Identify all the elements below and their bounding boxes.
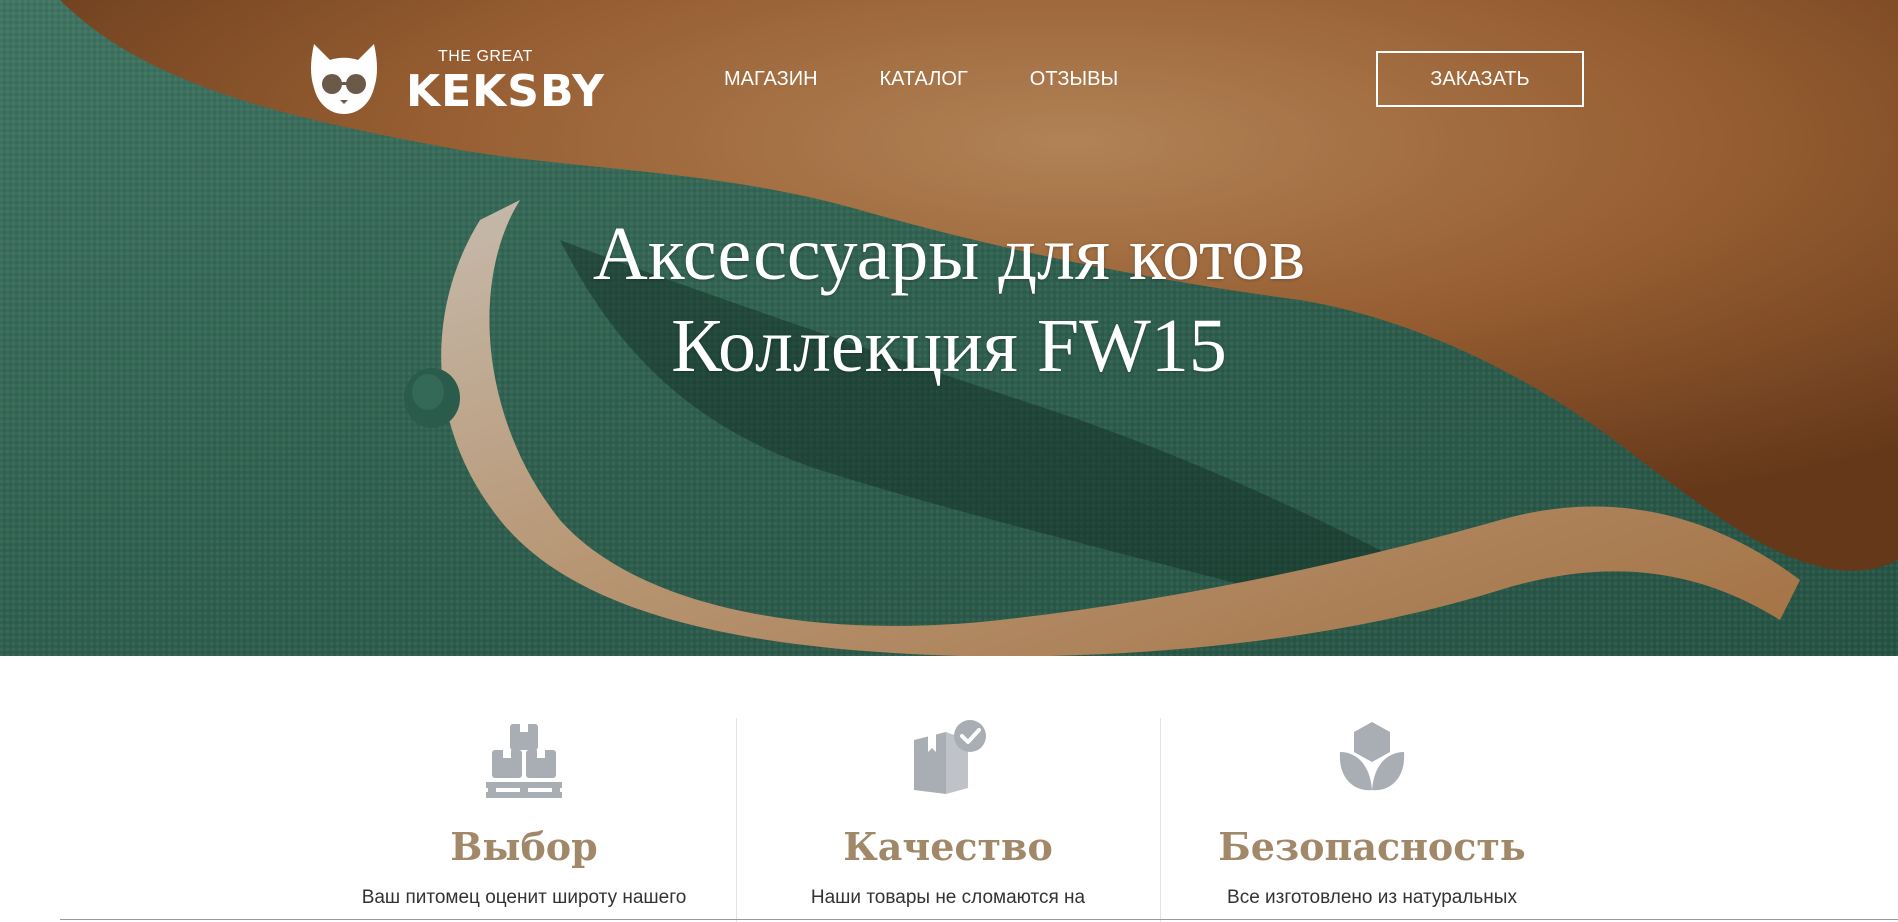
features-section: Выбор Ваш питомец оценит широту нашего К… — [312, 706, 1584, 922]
nav-reviews[interactable]: ОТЗЫВЫ — [1030, 68, 1118, 91]
nav-shop[interactable]: МАГАЗИН — [724, 68, 818, 91]
cat-logo-icon — [311, 44, 377, 114]
lotus-leaf-icon — [1339, 722, 1405, 791]
logo-title: KEKSBY — [406, 66, 605, 117]
hero-title-line-2: Коллекция FW15 — [671, 304, 1227, 388]
hero-section: THE GREAT KEKSBY МАГАЗИН КАТАЛОГ ОТЗЫВЫ … — [0, 0, 1898, 656]
feature-quality: Качество Наши товары не сломаются на — [736, 718, 1160, 922]
feature-title: Качество — [843, 824, 1053, 869]
hero-title-line-1: Аксессуары для котов — [592, 212, 1306, 296]
feature-title: Выбор — [450, 824, 598, 869]
hero-title: Аксессуары для котов Коллекция FW15 — [0, 208, 1898, 392]
logo[interactable]: THE GREAT KEKSBY — [310, 40, 604, 120]
feature-text: Наши товары не сломаются на — [810, 887, 1086, 908]
order-button[interactable]: ЗАКАЗАТЬ — [1376, 51, 1584, 107]
main-nav: МАГАЗИН КАТАЛОГ ОТЗЫВЫ — [724, 68, 1118, 91]
feature-title: Безопасность — [1218, 824, 1526, 869]
logo-subtitle: THE GREAT — [438, 48, 533, 65]
bottom-divider — [60, 919, 1898, 920]
feature-text: Все изготовлено из натуральных — [1227, 887, 1517, 908]
feature-choice: Выбор Ваш питомец оценит широту нашего — [312, 718, 736, 922]
pallet-boxes-icon — [486, 724, 562, 798]
nav-catalog[interactable]: КАТАЛОГ — [880, 68, 968, 91]
box-check-icon — [914, 720, 986, 794]
feature-text: Ваш питомец оценит широту нашего — [361, 887, 687, 908]
feature-safety: Безопасность Все изготовлено из натураль… — [1160, 718, 1584, 922]
page: THE GREAT KEKSBY МАГАЗИН КАТАЛОГ ОТЗЫВЫ … — [0, 0, 1898, 922]
